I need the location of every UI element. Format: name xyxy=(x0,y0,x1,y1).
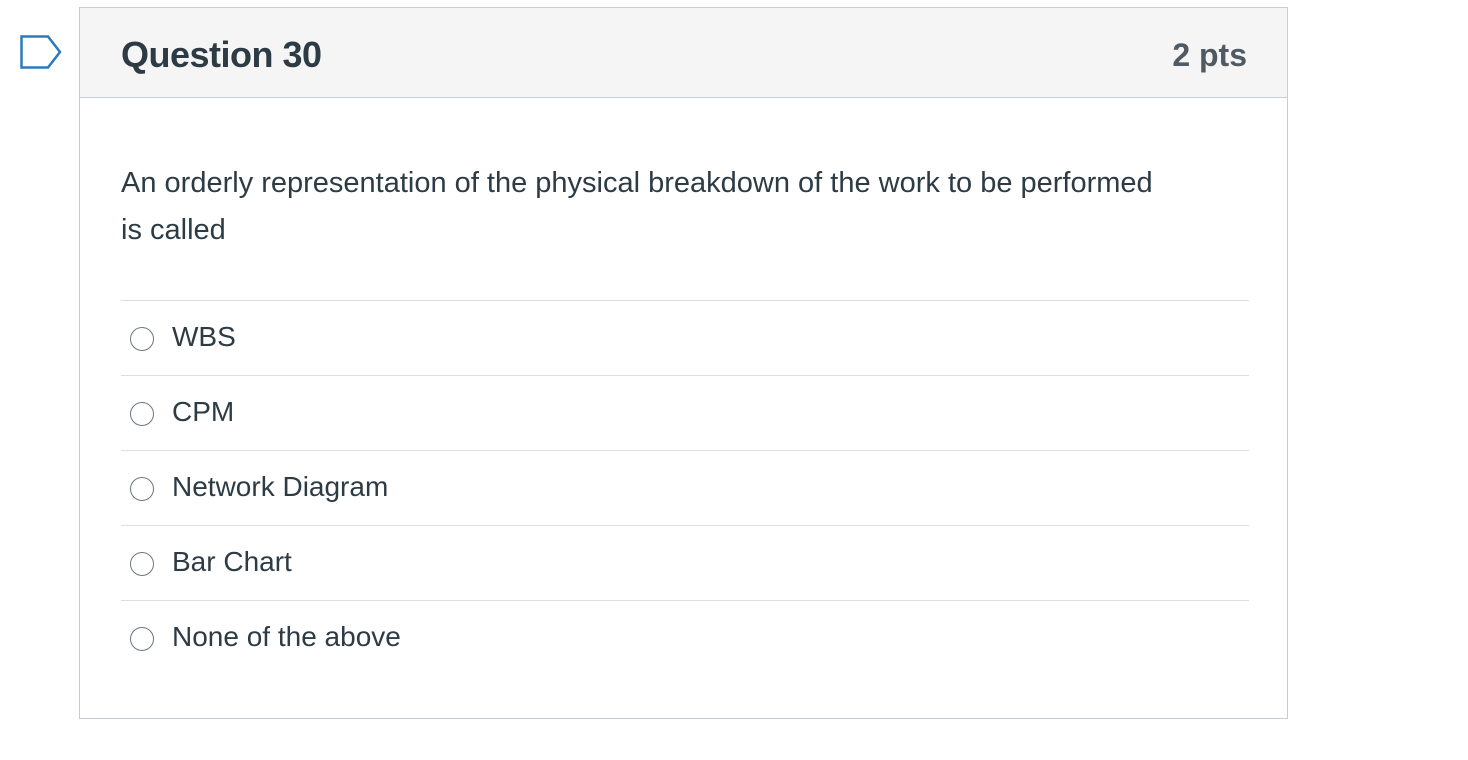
answer-label[interactable]: None of the above xyxy=(172,621,401,653)
answer-label[interactable]: Bar Chart xyxy=(172,546,292,578)
question-text: An orderly representation of the physica… xyxy=(121,167,1153,246)
radio-button[interactable] xyxy=(130,327,154,351)
question-points: 2 pts xyxy=(1172,37,1247,73)
answer-list: WBS CPM Network Diagram Bar Chart None o… xyxy=(121,300,1249,675)
answer-label[interactable]: CPM xyxy=(172,396,234,428)
answer-label[interactable]: WBS xyxy=(172,321,236,353)
radio-button[interactable] xyxy=(130,402,154,426)
answer-option[interactable]: CPM xyxy=(121,375,1249,450)
answer-option[interactable]: None of the above xyxy=(121,600,1249,675)
answer-option[interactable]: Bar Chart xyxy=(121,525,1249,600)
radio-button[interactable] xyxy=(130,552,154,576)
question-header: Question 30 2 pts xyxy=(80,8,1287,98)
question-title: Question 30 xyxy=(121,34,322,75)
flag-question-icon[interactable] xyxy=(20,35,62,69)
answer-option[interactable]: WBS xyxy=(121,300,1249,375)
radio-button[interactable] xyxy=(130,477,154,501)
answer-option[interactable]: Network Diagram xyxy=(121,450,1249,525)
answer-label[interactable]: Network Diagram xyxy=(172,471,388,503)
radio-button[interactable] xyxy=(130,627,154,651)
question-card: Question 30 2 pts An orderly representat… xyxy=(79,7,1288,719)
